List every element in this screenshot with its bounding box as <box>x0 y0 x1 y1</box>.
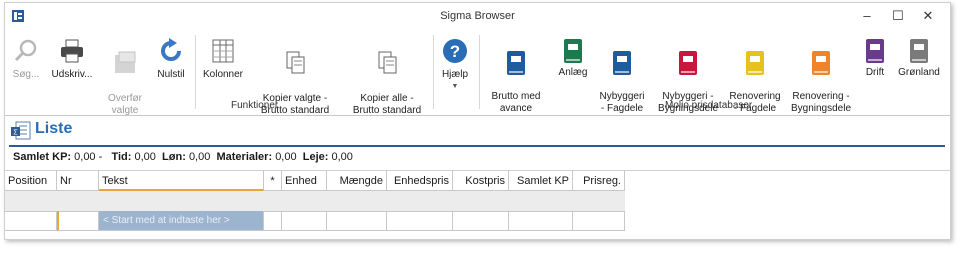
search-icon <box>14 39 37 62</box>
start-entry-cell[interactable]: < Start med at indtaste her > <box>99 211 264 231</box>
samlet-kp-label: Samlet KP: <box>13 151 72 163</box>
columns-button[interactable]: Kolonner <box>199 37 247 81</box>
reset-button-label: Nulstil <box>157 69 185 80</box>
anlaeg-button[interactable]: Anlæg <box>555 37 591 79</box>
ribbon-separator <box>479 35 480 109</box>
cell-prisreg[interactable] <box>573 211 625 231</box>
ribbon-toolbar: Søg... Udskriv... Overfør valgte Nulstil <box>5 29 950 127</box>
book-blue-icon <box>507 51 525 75</box>
cell-star[interactable] <box>264 211 282 231</box>
refresh-icon <box>161 38 181 61</box>
search-button-label: Søg... <box>12 69 40 80</box>
maximize-button[interactable]: ☐ <box>886 7 910 25</box>
materialer-value: 0,00 <box>275 151 297 163</box>
renovering-bygningsdele-label: Renovering - Bygningsdele <box>790 91 852 114</box>
lon-value: 0,00 <box>188 151 211 163</box>
cell-position[interactable] <box>5 211 57 231</box>
transfer-selected-button[interactable]: Overfør valgte <box>103 37 147 117</box>
book-orange-icon <box>812 51 830 75</box>
materialer-label: Materialer: <box>216 151 273 163</box>
svg-text:Σ: Σ <box>13 130 18 137</box>
summary-dash: - <box>98 151 103 163</box>
copy-all-label: Kopier alle - Brutto standard <box>352 93 422 116</box>
minimize-button[interactable]: – <box>855 7 879 25</box>
print-button[interactable]: Udskriv... <box>47 37 97 81</box>
tid-value: 0,00 <box>134 151 156 163</box>
columns-button-label: Kolonner <box>202 69 244 80</box>
leje-label: Leje: <box>302 151 329 163</box>
svg-text:?: ? <box>450 42 460 61</box>
transfer-selected-label: Overfør valgte <box>108 93 142 116</box>
column-header-kostpris[interactable]: Kostpris <box>453 171 509 191</box>
column-header-enhedspris[interactable]: Enhedspris <box>387 171 453 191</box>
title-bar: Sigma Browser – ☐ ✕ <box>5 3 950 29</box>
copy-all-icon <box>378 51 397 74</box>
chevron-down-icon: ▼ <box>451 83 459 90</box>
help-button[interactable]: ? Hjælp ▼ <box>437 37 473 93</box>
column-header-nr[interactable]: Nr <box>57 171 99 191</box>
book-purple-icon <box>866 39 884 63</box>
book-blue-icon <box>613 51 631 75</box>
samlet-kp-value: 0,00 <box>74 151 96 163</box>
ribbon-separator <box>433 35 434 109</box>
brutto-avance-button[interactable]: Brutto med avance ▼ <box>485 37 547 128</box>
nybyggeri-fagdele-label: Nybyggeri - Fagdele <box>599 91 645 114</box>
book-gray-icon <box>910 39 928 63</box>
cell-enhed[interactable] <box>282 211 327 231</box>
cell-enhedspris[interactable] <box>387 211 453 231</box>
gronland-label: Grønland <box>898 67 940 78</box>
tid-label: Tid: <box>111 151 132 163</box>
column-header-samlet-kp[interactable]: Samlet KP <box>509 171 573 191</box>
column-header-star[interactable]: * <box>264 171 282 191</box>
list-title-rule <box>9 145 945 147</box>
copy-icon <box>286 51 305 74</box>
columns-icon <box>212 39 234 63</box>
reset-button[interactable]: Nulstil <box>153 37 189 81</box>
list-header: Σ Liste <box>5 117 950 147</box>
cell-kostpris[interactable] <box>453 211 509 231</box>
gronland-button[interactable]: Grønland <box>895 37 943 79</box>
search-button[interactable]: Søg... <box>9 37 43 81</box>
brutto-avance-label: Brutto med avance <box>491 91 541 114</box>
nybyggeri-fagdele-button[interactable]: Nybyggeri - Fagdele <box>597 37 647 115</box>
leje-value: 0,00 <box>331 151 353 163</box>
lon-label: Løn: <box>162 151 186 163</box>
book-yellow-icon <box>746 51 764 75</box>
renovering-bygningsdele-button[interactable]: Renovering - Bygningsdele <box>787 37 855 115</box>
column-header-tekst[interactable]: Tekst <box>99 171 264 191</box>
ribbon-separator <box>195 35 196 109</box>
column-header-position[interactable]: Position <box>5 171 57 191</box>
help-icon: ? <box>443 39 467 63</box>
column-header-maengde[interactable]: Mængde <box>327 171 387 191</box>
column-header-prisreg[interactable]: Prisreg. <box>573 171 625 191</box>
book-green-icon <box>564 39 582 63</box>
group-label-funktioner: Funktioner <box>231 100 279 111</box>
app-window: Sigma Browser – ☐ ✕ Søg... Udskriv... Ov… <box>4 2 951 240</box>
help-button-label: Hjælp <box>441 69 469 80</box>
column-header-enhed[interactable]: Enhed <box>282 171 327 191</box>
price-grid: Position Nr Tekst * Enhed Mængde Enhedsp… <box>5 170 950 237</box>
book-red-icon <box>679 51 697 75</box>
close-button[interactable]: ✕ <box>916 7 940 25</box>
list-icon: Σ <box>11 121 31 140</box>
transfer-icon <box>115 51 136 73</box>
printer-icon <box>61 39 83 63</box>
drift-button[interactable]: Drift <box>859 37 891 79</box>
list-title: Liste <box>35 120 73 137</box>
print-button-label: Udskriv... <box>51 69 93 80</box>
group-row <box>5 191 625 212</box>
window-title: Sigma Browser <box>440 10 515 22</box>
cell-samlet-kp[interactable] <box>509 211 573 231</box>
cell-nr[interactable] <box>57 211 99 231</box>
summary-bar: Samlet KP: 0,00 - Tid: 0,00 Løn: 0,00 Ma… <box>13 151 353 163</box>
anlaeg-label: Anlæg <box>558 67 588 78</box>
group-label-molio: Molio prisdatabaser <box>665 100 753 111</box>
drift-label: Drift <box>865 67 885 78</box>
cell-maengde[interactable] <box>327 211 387 231</box>
